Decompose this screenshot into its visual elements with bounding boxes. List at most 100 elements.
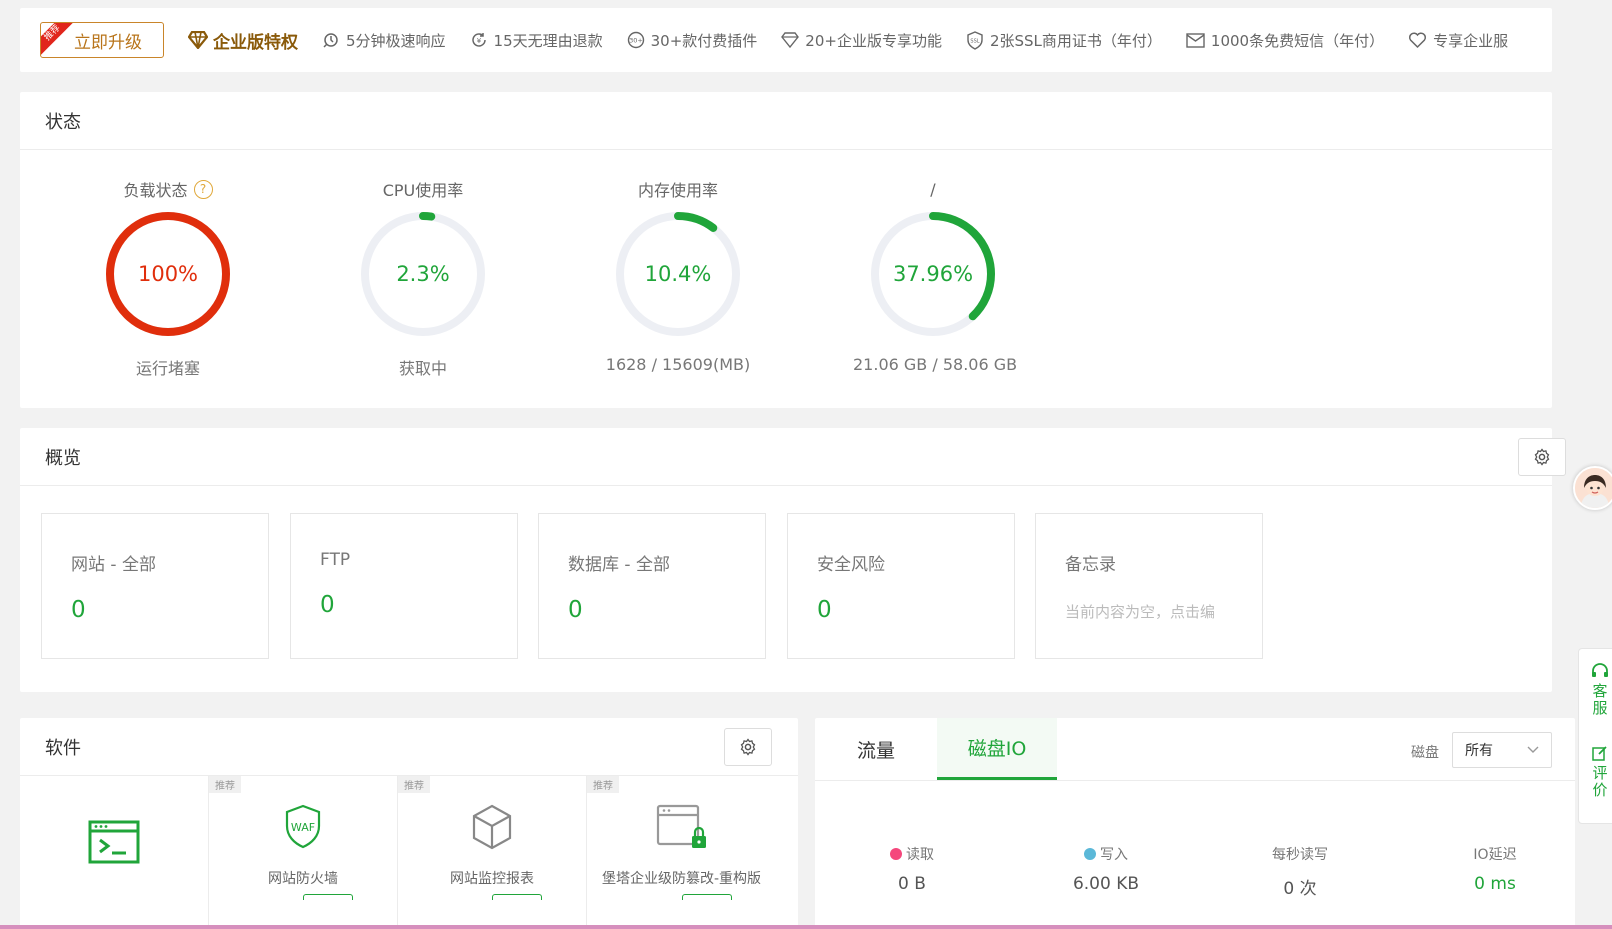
- memory-value: 10.4%: [644, 262, 712, 286]
- support-avatar[interactable]: [1573, 466, 1612, 510]
- overview-memo-card[interactable]: 备忘录 当前内容为空，点击编: [1035, 513, 1263, 659]
- overview-database-card[interactable]: 数据库 - 全部 0: [538, 513, 766, 659]
- load-status-text: 运行堵塞: [135, 359, 200, 378]
- traffic-io-panel: 流量 磁盘IO 磁盘 所有 读取 0 B 写入 6.00 KB 每秒读写 0 次…: [815, 718, 1575, 929]
- software-settings-button[interactable]: [724, 728, 772, 766]
- stopwatch-icon: [323, 33, 338, 48]
- perk-enterprise-features[interactable]: 20+企业版专享功能: [781, 30, 942, 51]
- software-tile-terminal[interactable]: [20, 776, 209, 929]
- software-name: 网站防火墙: [268, 871, 338, 887]
- memory-usage-text: 1628 / 15609(MB): [605, 355, 751, 374]
- io-label: 写入: [1100, 847, 1128, 863]
- disk-usage-text: 21.06 GB / 58.06 GB: [853, 355, 1018, 374]
- gear-icon: [1534, 448, 1550, 466]
- software-tile-waf[interactable]: 推荐 WAF 网站防火墙: [209, 776, 398, 929]
- overview-count[interactable]: 0: [817, 597, 1014, 623]
- refund-icon: ¥: [471, 33, 486, 47]
- perk-fast-response[interactable]: 5分钟极速响应: [322, 30, 446, 51]
- overview-label: 数据库 - 全部: [568, 555, 670, 575]
- review-button[interactable]: 评价: [1589, 745, 1611, 799]
- chevron-down-icon: [1527, 746, 1539, 753]
- overview-label: 安全风险: [817, 555, 885, 575]
- memo-label: 备忘录: [1065, 555, 1116, 575]
- overview-label: FTP: [320, 550, 351, 570]
- overview-ftp-card[interactable]: FTP 0: [290, 513, 518, 659]
- overview-count[interactable]: 0: [71, 597, 268, 623]
- diamond-outline-icon: [781, 32, 800, 48]
- load-gauge[interactable]: 负载状态 ? 100% 运行堵塞: [88, 177, 248, 379]
- side-toolbar: 客服 评价: [1578, 648, 1612, 824]
- enterprise-perks-bar: 推荐 立即升级 企业版特权 5分钟极速响应 ¥ 15天无理由退款 30+ 30+…: [20, 8, 1552, 72]
- install-button-edge[interactable]: [492, 894, 542, 900]
- avatar-icon: [1575, 468, 1612, 508]
- waf-shield-icon: WAF: [285, 804, 321, 849]
- software-name: 堡塔企业级防篡改-重构版: [601, 871, 762, 887]
- install-button-edge[interactable]: [681, 894, 732, 900]
- overview-settings-button[interactable]: [1518, 438, 1566, 476]
- customer-service-label: 客服: [1592, 682, 1608, 717]
- cpu-value: 2.3%: [396, 262, 450, 286]
- overview-panel: 概览 网站 - 全部 0 FTP 0 数据库 - 全部 0 安全风险 0 备忘录…: [20, 428, 1566, 692]
- overview-websites-card[interactable]: 网站 - 全部 0: [41, 513, 269, 659]
- load-title: 负载状态: [123, 181, 188, 200]
- disk-gauge[interactable]: / 37.96% 21.06 GB / 58.06 GB: [853, 177, 1018, 375]
- perk-label: 20+企业版专享功能: [805, 31, 942, 50]
- overview-count[interactable]: 0: [568, 597, 765, 623]
- io-rw-per-second-stat: 每秒读写 0 次: [1220, 844, 1380, 899]
- terminal-icon: [88, 820, 140, 864]
- svg-text:30+: 30+: [629, 37, 643, 45]
- io-latency-stat: IO延迟 0 ms: [1415, 844, 1575, 894]
- perk-ssl[interactable]: SSL 2张SSL商用证书（年付）: [966, 30, 1162, 51]
- install-button-edge[interactable]: [303, 894, 353, 900]
- perk-sms[interactable]: 1000条免费短信（年付）: [1186, 30, 1384, 51]
- perk-service[interactable]: 专享企业服: [1408, 30, 1508, 51]
- tab-traffic[interactable]: 流量: [815, 718, 937, 780]
- memo-placeholder[interactable]: 当前内容为空，点击编: [1065, 601, 1262, 622]
- mail-icon: [1186, 32, 1205, 48]
- perk-label: 15天无理由退款: [493, 31, 603, 50]
- software-tile-monitor[interactable]: 推荐 网站监控报表: [398, 776, 587, 929]
- recommend-ribbon: 推荐: [41, 23, 76, 57]
- overview-label: 网站 - 全部: [71, 555, 156, 575]
- perk-label: 30+款付费插件: [650, 31, 758, 50]
- perk-label: 5分钟极速响应: [346, 31, 446, 50]
- overview-count[interactable]: 0: [320, 592, 517, 618]
- io-value: 0 ms: [1474, 874, 1516, 894]
- perk-label: 专享企业服: [1433, 31, 1509, 50]
- status-title: 状态: [20, 92, 1552, 150]
- tab-label: 磁盘IO: [967, 738, 1027, 760]
- software-name: 网站监控报表: [450, 871, 534, 887]
- disk-select[interactable]: 所有: [1452, 732, 1552, 768]
- svg-text:WAF: WAF: [291, 821, 315, 834]
- software-title: 软件: [20, 718, 798, 776]
- recommend-badge: 推荐: [587, 776, 619, 793]
- read-legend-dot: [890, 848, 902, 860]
- cpu-status-text: 获取中: [398, 359, 447, 378]
- heart-icon: [1409, 32, 1427, 48]
- io-label: 读取: [906, 847, 934, 863]
- memory-gauge[interactable]: 内存使用率 10.4% 1628 / 15609(MB): [598, 177, 758, 374]
- status-panel: 状态 负载状态 ? 100% 运行堵塞 CPU使用率 2.3% 获取中 内存使用…: [20, 92, 1552, 408]
- disk-select-value: 所有: [1465, 743, 1493, 759]
- disk-filter-label: 磁盘: [1411, 745, 1439, 761]
- software-tile-tamper-proof[interactable]: 推荐 堡塔企业级防篡改-重构版: [587, 776, 776, 929]
- cube-icon: [472, 804, 512, 850]
- io-label: 每秒读写: [1272, 847, 1328, 863]
- svg-text:SSL: SSL: [970, 38, 979, 44]
- customer-service-button[interactable]: 客服: [1589, 663, 1611, 717]
- bottom-border: [0, 925, 1612, 929]
- perk-refund[interactable]: ¥ 15天无理由退款: [470, 30, 603, 51]
- upgrade-button[interactable]: 推荐 立即升级: [40, 22, 164, 58]
- enterprise-perks-link[interactable]: 企业版特权: [188, 28, 298, 53]
- cpu-gauge[interactable]: CPU使用率 2.3% 获取中: [343, 177, 503, 379]
- ssl-shield-icon: SSL: [967, 30, 983, 50]
- recommend-badge: 推荐: [209, 776, 241, 793]
- tab-disk-io[interactable]: 磁盘IO: [937, 718, 1057, 780]
- perk-plugins[interactable]: 30+ 30+款付费插件: [627, 30, 758, 51]
- help-icon[interactable]: ?: [193, 179, 213, 199]
- io-write-stat: 写入 6.00 KB: [1026, 844, 1186, 894]
- enterprise-perks-label: 企业版特权: [213, 32, 298, 53]
- overview-security-risk-card[interactable]: 安全风险 0: [787, 513, 1015, 659]
- overview-title: 概览: [20, 428, 1552, 486]
- window-lock-icon: [656, 804, 706, 848]
